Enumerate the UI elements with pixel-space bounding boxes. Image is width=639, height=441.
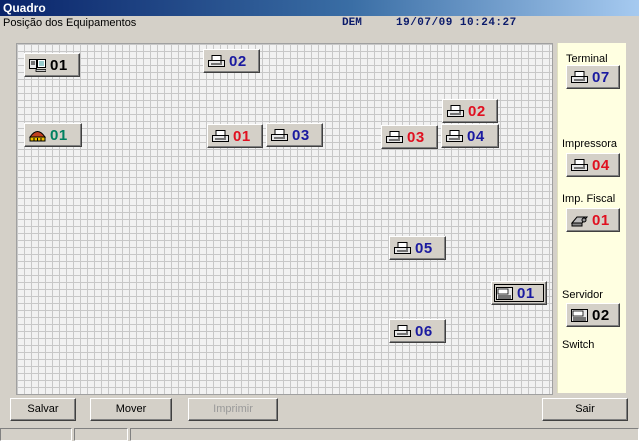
device-printer-04[interactable]: 04 bbox=[441, 124, 499, 148]
switch-icon bbox=[29, 129, 46, 142]
printer-icon bbox=[571, 159, 588, 172]
page-subtitle: Posição dos Equipamentos bbox=[3, 17, 137, 29]
device-printer-03-b[interactable]: 03 bbox=[381, 125, 438, 149]
palette-printer-button[interactable]: 04 bbox=[566, 153, 620, 177]
palette-server-button[interactable]: 02 bbox=[566, 303, 620, 327]
device-label: 06 bbox=[415, 322, 433, 340]
printer-icon bbox=[394, 325, 411, 338]
terminal-icon bbox=[29, 59, 46, 72]
palette-fiscal-label: Imp. Fiscal bbox=[562, 193, 616, 205]
device-printer-03[interactable]: 03 bbox=[266, 123, 323, 147]
device-label: 01 bbox=[50, 126, 68, 144]
operator-code: DEM bbox=[342, 17, 362, 29]
device-printer-02[interactable]: 02 bbox=[203, 49, 260, 73]
device-server-01[interactable]: 01 bbox=[491, 281, 547, 305]
device-label: 02 bbox=[468, 102, 486, 120]
palette-count: 04 bbox=[592, 156, 610, 174]
palette-count: 02 bbox=[592, 306, 610, 324]
status-panel-1 bbox=[0, 428, 72, 441]
status-panel-3 bbox=[130, 428, 639, 441]
printer-icon bbox=[208, 55, 225, 68]
palette-switch-label: Switch bbox=[562, 339, 595, 351]
equipment-grid[interactable]: 01 02 01 01 03 02 03 04 05 01 06 bbox=[16, 43, 553, 395]
move-button[interactable]: Mover bbox=[90, 398, 172, 421]
device-printer-05[interactable]: 05 bbox=[389, 236, 446, 260]
printer-icon bbox=[386, 131, 403, 144]
palette-count: 01 bbox=[592, 211, 610, 229]
palette-terminal-button[interactable]: 07 bbox=[566, 65, 620, 89]
printer-icon bbox=[212, 130, 229, 143]
palette-fiscal-button[interactable]: 01 bbox=[566, 208, 620, 232]
device-label: 04 bbox=[467, 127, 485, 145]
datetime-readout: 19/07/09 10:24:27 bbox=[396, 17, 517, 29]
save-button[interactable]: Salvar bbox=[10, 398, 76, 421]
device-printer-01[interactable]: 01 bbox=[207, 124, 263, 148]
device-label: 03 bbox=[407, 128, 425, 146]
printer-icon bbox=[447, 105, 464, 118]
print-button[interactable]: Imprimir bbox=[188, 398, 278, 421]
palette-server-label: Servidor bbox=[562, 289, 603, 301]
window-title: Quadro bbox=[0, 0, 639, 16]
device-palette: Terminal 07 Impressora 04 Imp. Fiscal 01… bbox=[557, 43, 626, 393]
device-label: 01 bbox=[50, 56, 68, 74]
device-switch-01[interactable]: 01 bbox=[24, 123, 82, 147]
palette-printer-label: Impressora bbox=[562, 138, 618, 150]
device-label: 02 bbox=[229, 52, 247, 70]
device-label: 05 bbox=[415, 239, 433, 257]
server-icon bbox=[571, 309, 588, 322]
device-label: 03 bbox=[292, 126, 310, 144]
device-label: 01 bbox=[233, 127, 251, 145]
printer-icon bbox=[571, 71, 588, 84]
device-printer-06[interactable]: 06 bbox=[389, 319, 446, 343]
printer-icon bbox=[446, 130, 463, 143]
palette-count: 07 bbox=[592, 68, 610, 86]
status-panel-2 bbox=[74, 428, 128, 441]
printer-icon bbox=[271, 129, 288, 142]
printer-icon bbox=[394, 242, 411, 255]
fiscal-printer-icon bbox=[571, 214, 588, 227]
device-label: 01 bbox=[517, 284, 535, 302]
device-printer-02-b[interactable]: 02 bbox=[442, 99, 498, 123]
exit-button[interactable]: Sair bbox=[542, 398, 628, 421]
device-terminal-01[interactable]: 01 bbox=[24, 53, 80, 77]
palette-terminal-label: Terminal bbox=[566, 53, 608, 65]
info-bar: Posição dos Equipamentos DEM 19/07/09 10… bbox=[0, 16, 639, 31]
server-icon bbox=[496, 287, 513, 300]
